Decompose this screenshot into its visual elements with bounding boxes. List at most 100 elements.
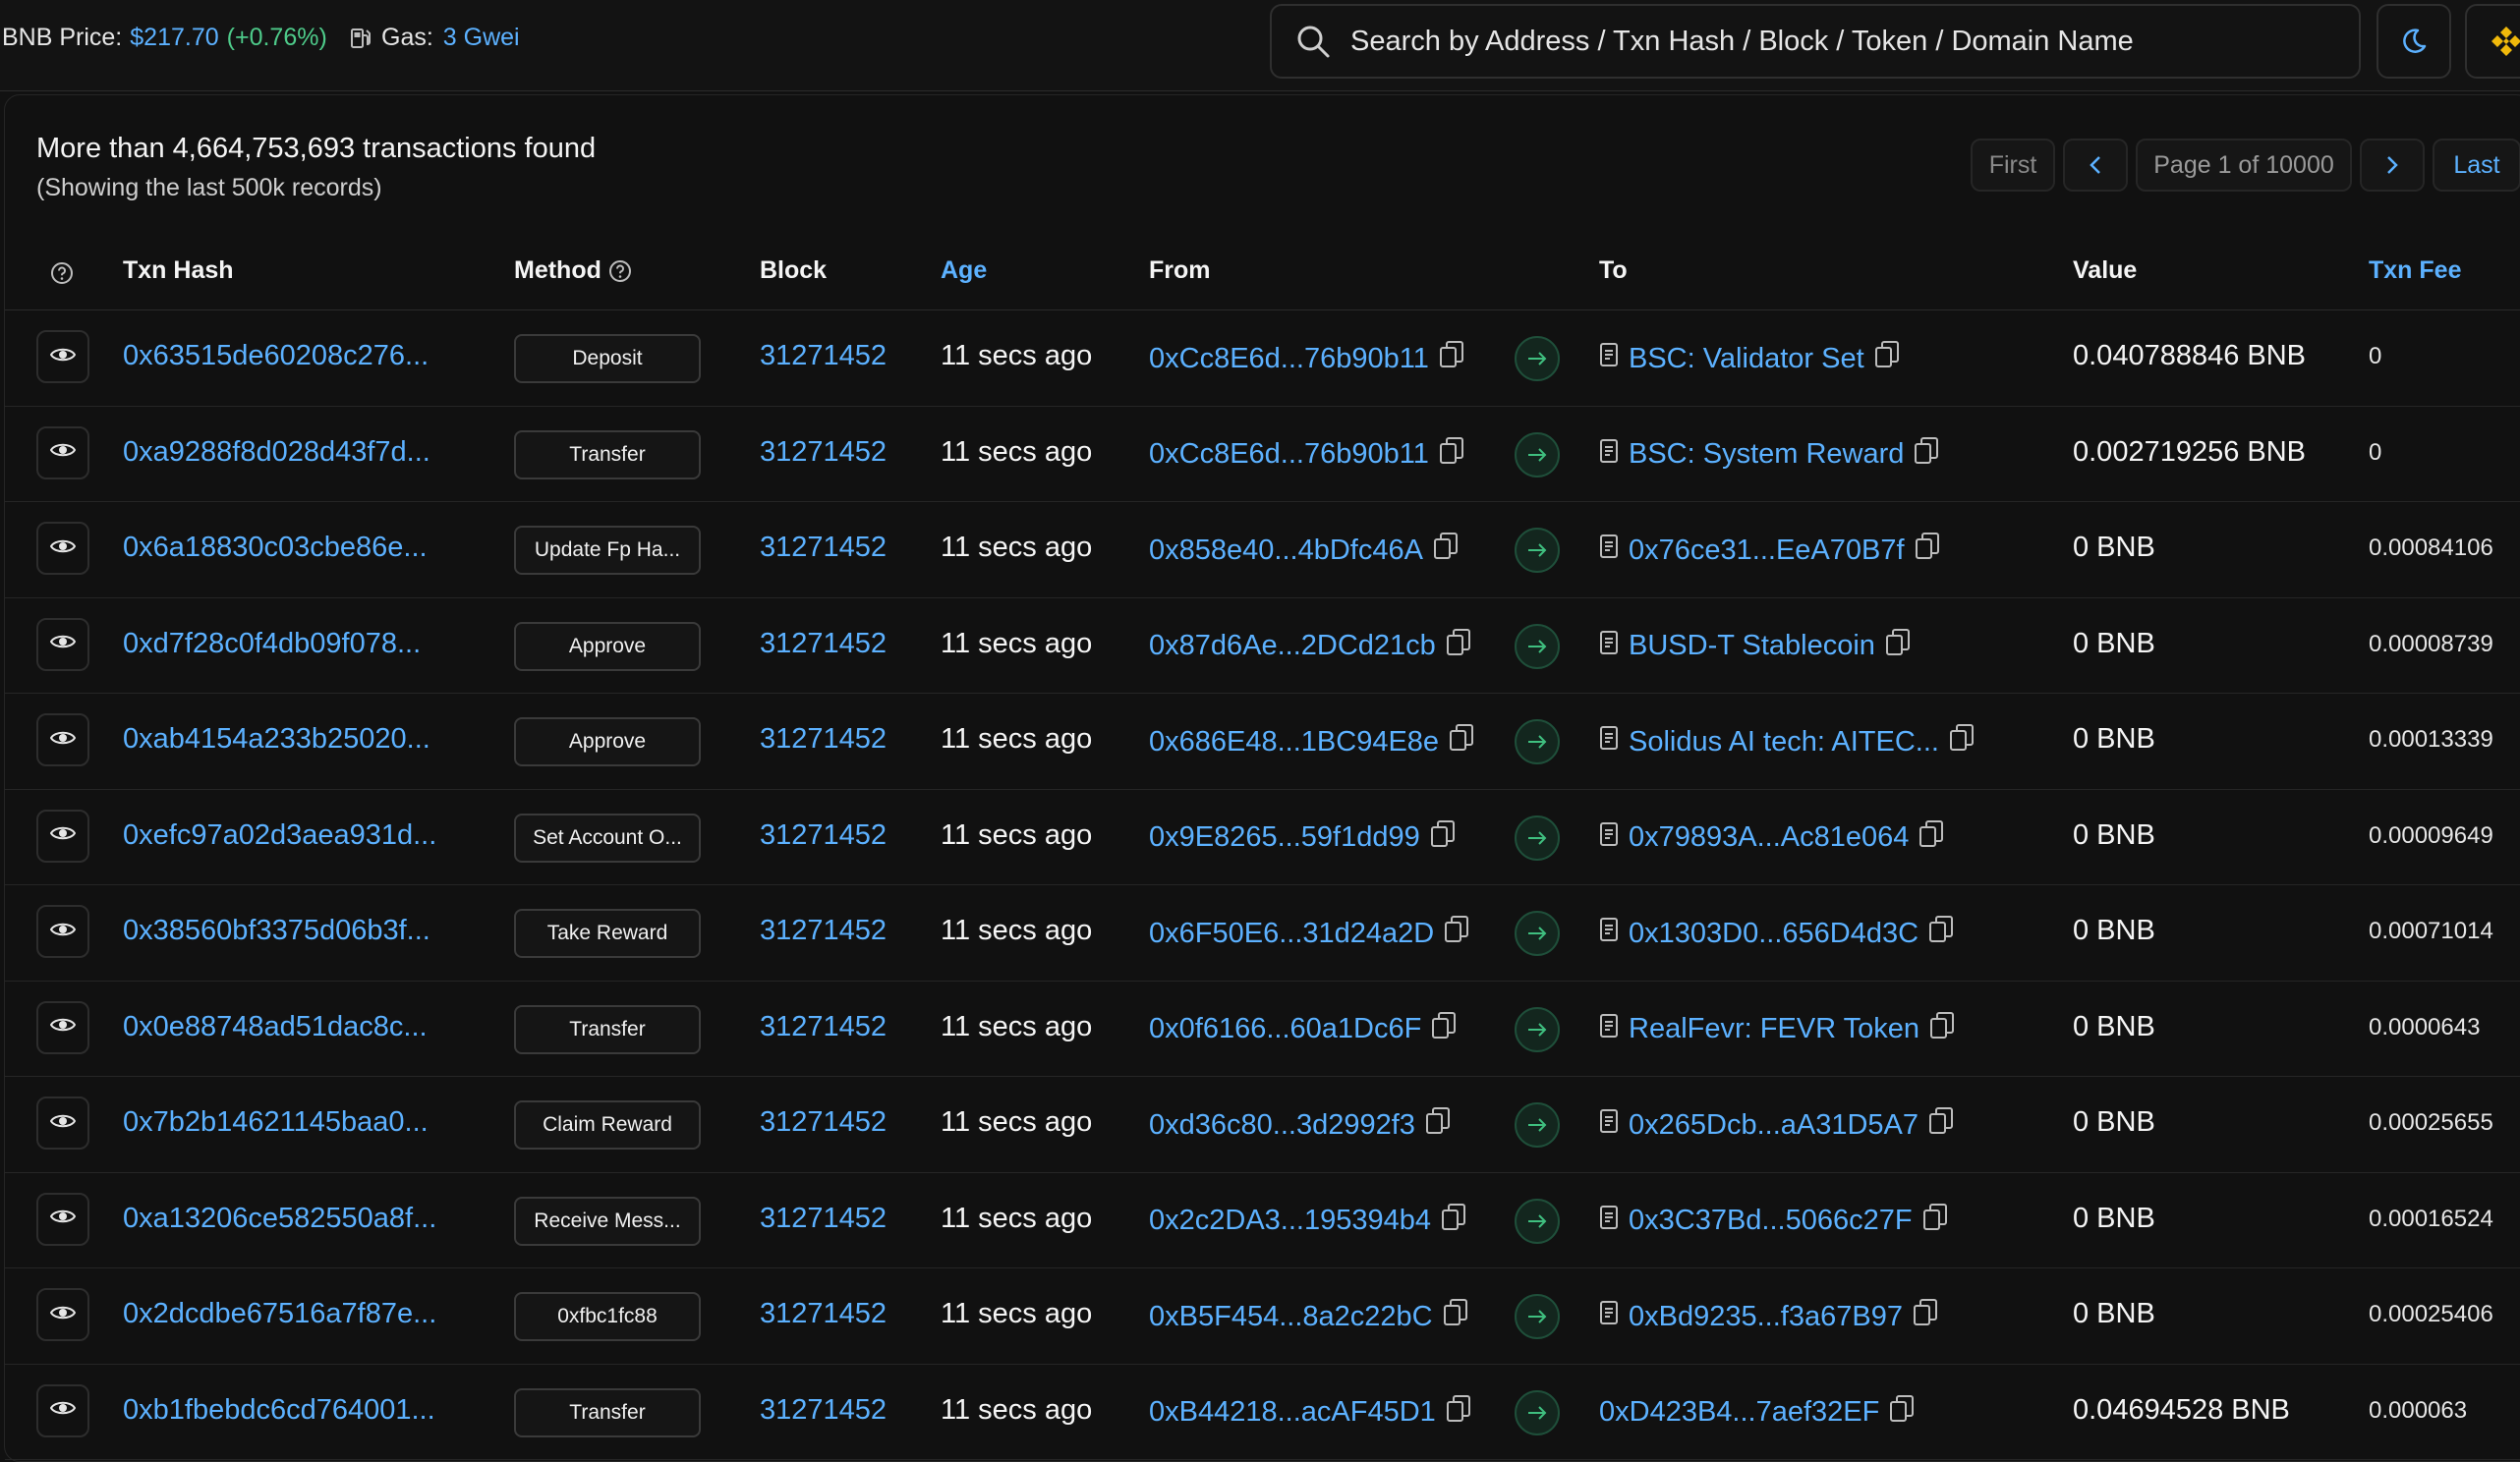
col-age[interactable]: Age bbox=[941, 256, 987, 285]
view-details-button[interactable] bbox=[36, 1192, 89, 1246]
txn-hash-link[interactable]: 0xb1fbebdc6cd764001... bbox=[123, 1394, 435, 1427]
block-link[interactable]: 31271452 bbox=[760, 1203, 887, 1235]
block-link[interactable]: 31271452 bbox=[760, 340, 887, 372]
search-input[interactable] bbox=[1348, 11, 2359, 72]
view-details-button[interactable] bbox=[36, 617, 89, 671]
block-link[interactable]: 31271452 bbox=[760, 1011, 887, 1043]
copy-icon[interactable] bbox=[1446, 628, 1471, 665]
txn-hash-link[interactable]: 0xa13206ce582550a8f... bbox=[123, 1203, 436, 1235]
theme-toggle-button[interactable] bbox=[2377, 4, 2451, 79]
view-details-button[interactable] bbox=[36, 1288, 89, 1341]
copy-icon[interactable] bbox=[1949, 723, 1975, 760]
bnb-price-change: (+0.76%) bbox=[226, 24, 327, 51]
to-address-link[interactable]: 0xD423B4...7aef32EF bbox=[1599, 1396, 1879, 1429]
bnb-price-value[interactable]: $217.70 bbox=[130, 24, 218, 52]
copy-icon[interactable] bbox=[1431, 1011, 1457, 1048]
first-page-button[interactable]: First bbox=[1971, 139, 2055, 192]
from-address-link[interactable]: 0xCc8E6d...76b90b11 bbox=[1149, 343, 1429, 375]
to-address-link[interactable]: 0x1303D0...656D4d3C bbox=[1629, 918, 1919, 950]
view-details-button[interactable] bbox=[36, 330, 89, 383]
block-link[interactable]: 31271452 bbox=[760, 1106, 887, 1139]
view-details-button[interactable] bbox=[36, 522, 89, 575]
txn-hash-link[interactable]: 0x2dcdbe67516a7f87e... bbox=[123, 1298, 436, 1330]
copy-icon[interactable] bbox=[1914, 436, 1939, 474]
copy-icon[interactable] bbox=[1874, 340, 1900, 377]
view-details-button[interactable] bbox=[36, 1000, 89, 1054]
copy-icon[interactable] bbox=[1928, 915, 1954, 952]
to-address-link[interactable]: RealFevr: FEVR Token bbox=[1629, 1013, 1919, 1045]
next-page-button[interactable] bbox=[2360, 139, 2425, 192]
from-address-link[interactable]: 0xB44218...acAF45D1 bbox=[1149, 1396, 1436, 1429]
gas-value[interactable]: 3 Gwei bbox=[443, 24, 520, 52]
copy-icon[interactable] bbox=[1443, 1298, 1468, 1335]
txn-hash-link[interactable]: 0xefc97a02d3aea931d... bbox=[123, 819, 436, 852]
to-address-link[interactable]: 0xBd9235...f3a67B97 bbox=[1629, 1301, 1903, 1333]
copy-icon[interactable] bbox=[1885, 628, 1911, 665]
block-link[interactable]: 31271452 bbox=[760, 1298, 887, 1330]
method-help-icon[interactable] bbox=[608, 259, 632, 283]
network-switch-button[interactable] bbox=[2465, 4, 2520, 79]
last-page-button[interactable]: Last bbox=[2433, 139, 2520, 192]
view-details-button[interactable] bbox=[36, 1096, 89, 1150]
from-address-link[interactable]: 0xCc8E6d...76b90b11 bbox=[1149, 438, 1429, 471]
help-circle-icon[interactable] bbox=[50, 258, 74, 287]
copy-icon[interactable] bbox=[1441, 1203, 1466, 1240]
txn-hash-link[interactable]: 0x0e88748ad51dac8c... bbox=[123, 1011, 428, 1043]
txn-hash-link[interactable]: 0x63515de60208c276... bbox=[123, 340, 429, 372]
copy-icon[interactable] bbox=[1889, 1394, 1915, 1432]
from-address-link[interactable]: 0x2c2DA3...195394b4 bbox=[1149, 1205, 1431, 1237]
copy-icon[interactable] bbox=[1922, 1203, 1948, 1240]
copy-icon[interactable] bbox=[1929, 1011, 1955, 1048]
copy-icon[interactable] bbox=[1915, 532, 1940, 569]
to-address-link[interactable]: BSC: Validator Set bbox=[1629, 343, 1864, 375]
from-address-link[interactable]: 0x858e40...4bDfc46A bbox=[1149, 534, 1423, 567]
copy-icon[interactable] bbox=[1919, 819, 1944, 857]
copy-icon[interactable] bbox=[1444, 915, 1469, 952]
txn-hash-link[interactable]: 0xa9288f8d028d43f7d... bbox=[123, 436, 430, 469]
from-address-link[interactable]: 0x6F50E6...31d24a2D bbox=[1149, 918, 1434, 950]
from-address-link[interactable]: 0xB5F454...8a2c22bC bbox=[1149, 1301, 1433, 1333]
view-details-button[interactable] bbox=[36, 905, 89, 958]
to-address-link[interactable]: 0x265Dcb...aA31D5A7 bbox=[1629, 1109, 1919, 1142]
copy-icon[interactable] bbox=[1928, 1106, 1954, 1144]
copy-icon[interactable] bbox=[1433, 532, 1459, 569]
block-link[interactable]: 31271452 bbox=[760, 628, 887, 660]
copy-icon[interactable] bbox=[1430, 819, 1456, 857]
view-details-button[interactable] bbox=[36, 425, 89, 479]
copy-icon[interactable] bbox=[1449, 723, 1474, 760]
txn-hash-link[interactable]: 0x38560bf3375d06b3f... bbox=[123, 915, 430, 947]
eye-icon bbox=[49, 824, 77, 847]
view-details-button[interactable] bbox=[36, 1383, 89, 1437]
block-link[interactable]: 31271452 bbox=[760, 436, 887, 469]
to-address-link[interactable]: BUSD-T Stablecoin bbox=[1629, 630, 1875, 662]
view-details-button[interactable] bbox=[36, 713, 89, 766]
copy-icon[interactable] bbox=[1439, 340, 1464, 377]
from-address-link[interactable]: 0x0f6166...60a1Dc6F bbox=[1149, 1013, 1421, 1045]
block-link[interactable]: 31271452 bbox=[760, 915, 887, 947]
from-address-link[interactable]: 0x87d6Ae...2DCd21cb bbox=[1149, 630, 1436, 662]
from-address-link[interactable]: 0x9E8265...59f1dd99 bbox=[1149, 821, 1420, 854]
txn-hash-link[interactable]: 0x6a18830c03cbe86e... bbox=[123, 532, 428, 564]
block-link[interactable]: 31271452 bbox=[760, 1394, 887, 1427]
view-details-button[interactable] bbox=[36, 809, 89, 863]
txn-hash-link[interactable]: 0x7b2b14621145baa0... bbox=[123, 1106, 429, 1139]
copy-icon[interactable] bbox=[1446, 1394, 1471, 1432]
to-address-link[interactable]: 0x3C37Bd...5066c27F bbox=[1629, 1205, 1913, 1237]
copy-icon[interactable] bbox=[1425, 1106, 1451, 1144]
to-address-link[interactable]: 0x79893A...Ac81e064 bbox=[1629, 821, 1909, 854]
from-address-link[interactable]: 0x686E48...1BC94E8e bbox=[1149, 726, 1439, 759]
copy-icon[interactable] bbox=[1913, 1298, 1938, 1335]
from-address-link[interactable]: 0xd36c80...3d2992f3 bbox=[1149, 1109, 1415, 1142]
block-link[interactable]: 31271452 bbox=[760, 723, 887, 756]
block-link[interactable]: 31271452 bbox=[760, 819, 887, 852]
txn-hash-link[interactable]: 0xd7f28c0f4db09f078... bbox=[123, 628, 421, 660]
to-address-link[interactable]: Solidus AI tech: AITEC... bbox=[1629, 726, 1939, 759]
col-txn-fee[interactable]: Txn Fee bbox=[2369, 256, 2461, 285]
eye-icon bbox=[49, 1112, 77, 1135]
txn-hash-link[interactable]: 0xab4154a233b25020... bbox=[123, 723, 430, 756]
copy-icon[interactable] bbox=[1439, 436, 1464, 474]
to-address-link[interactable]: 0x76ce31...EeA70B7f bbox=[1629, 534, 1905, 567]
to-address-link[interactable]: BSC: System Reward bbox=[1629, 438, 1904, 471]
prev-page-button[interactable] bbox=[2063, 139, 2128, 192]
block-link[interactable]: 31271452 bbox=[760, 532, 887, 564]
